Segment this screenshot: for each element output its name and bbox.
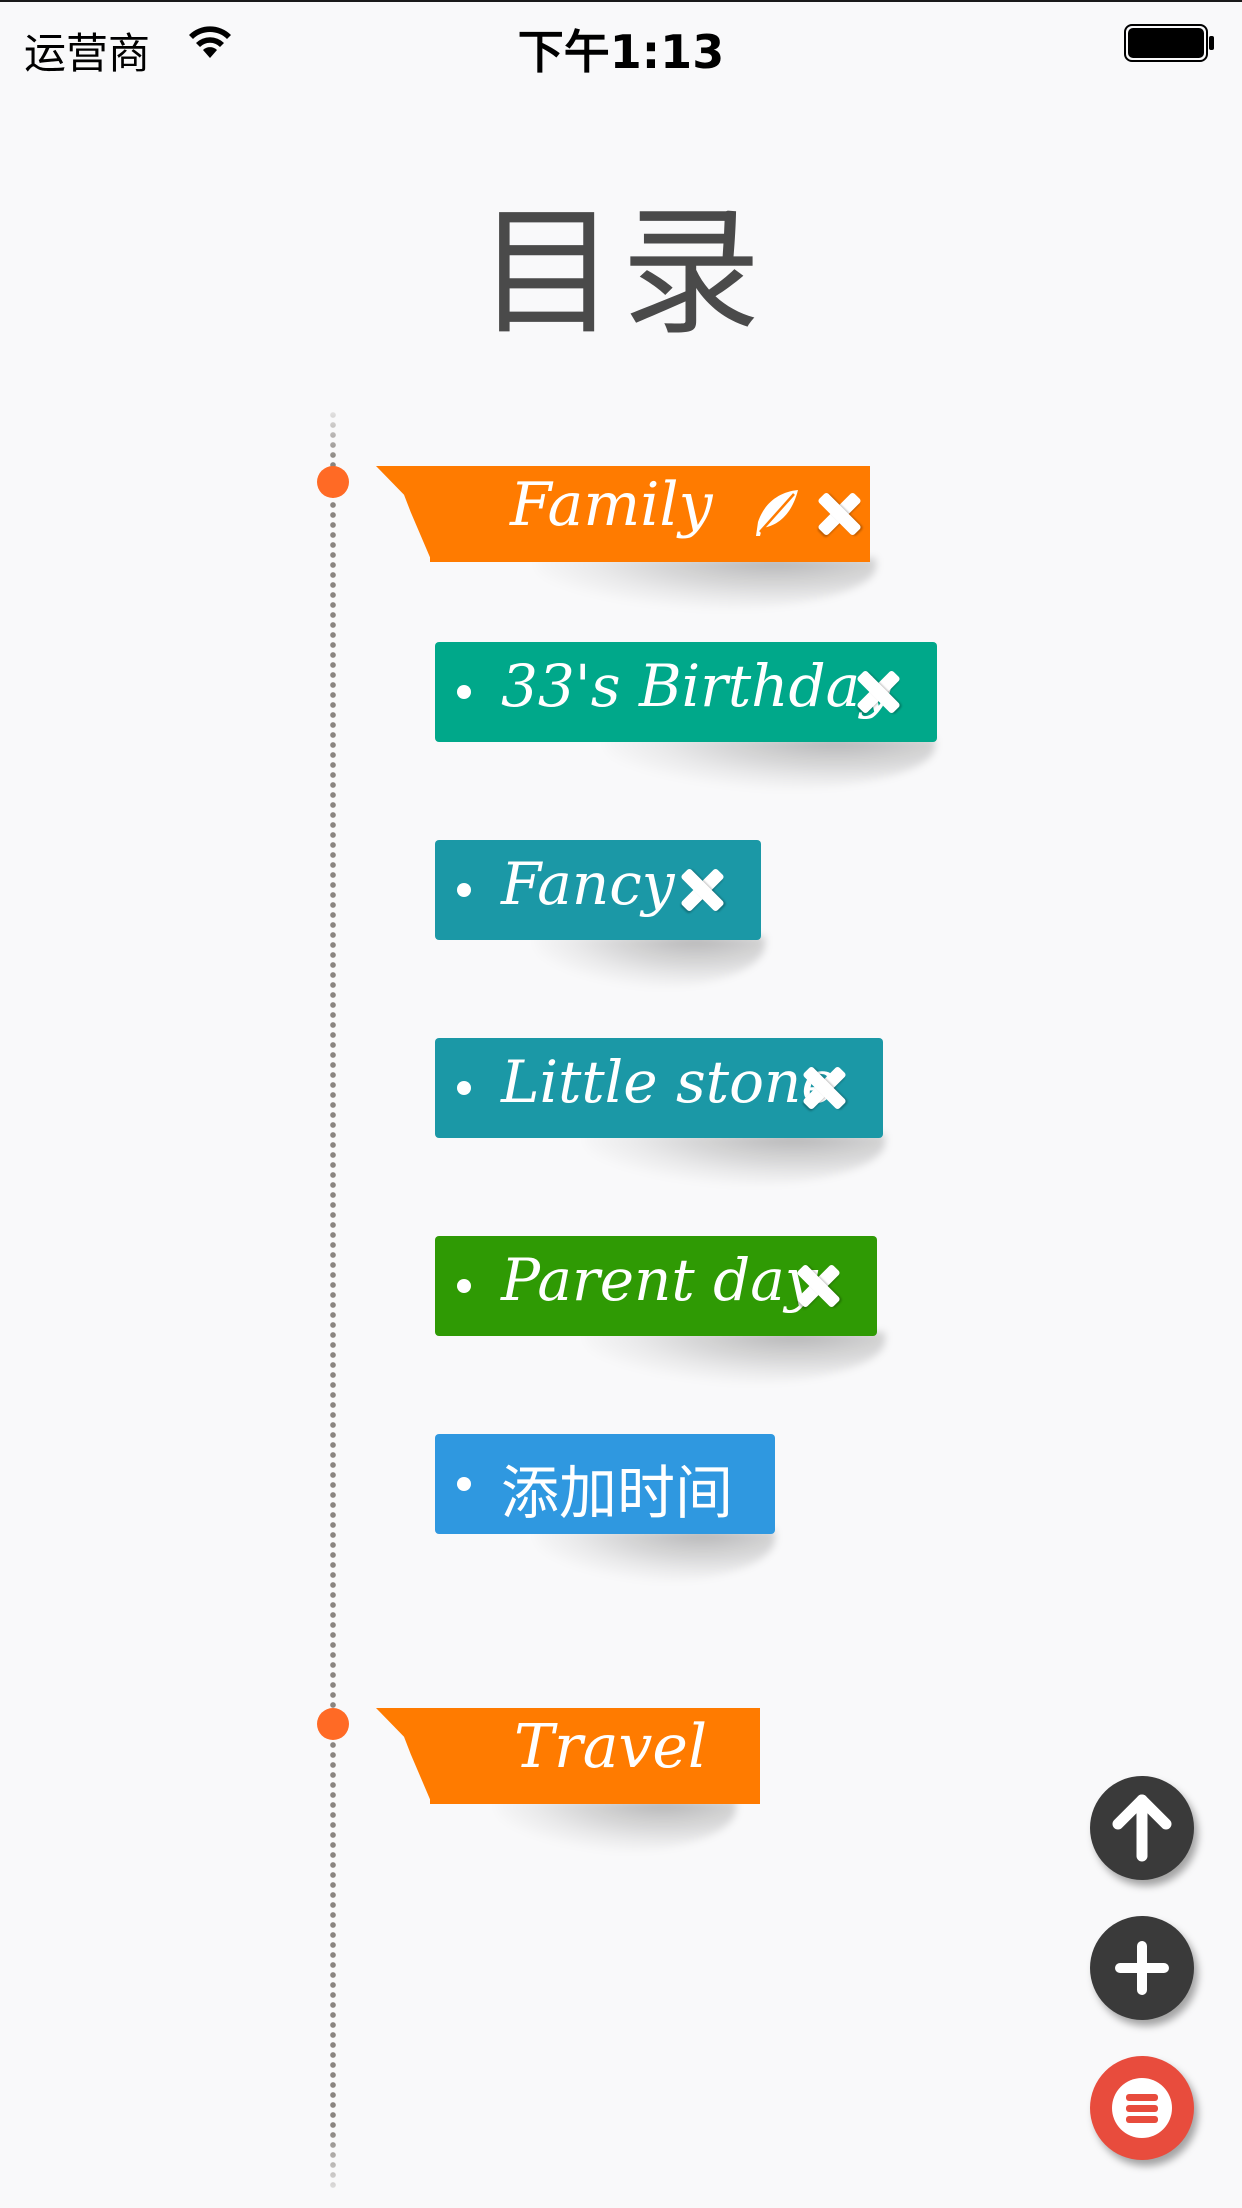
timeline-dot	[317, 1708, 349, 1740]
close-icon[interactable]	[801, 1065, 847, 1111]
add-event-button[interactable]: 添加时间	[435, 1434, 775, 1582]
category-family[interactable]: Family	[376, 466, 896, 610]
event-label: Fancy	[501, 850, 675, 918]
bullet-dot	[457, 685, 471, 699]
event-label: Parent day	[501, 1246, 818, 1314]
timeline-fade	[325, 2130, 341, 2208]
status-bar: 运营商 下午1:13	[0, 0, 1242, 84]
bullet-dot	[457, 1477, 471, 1491]
event-label: Little stone	[501, 1048, 836, 1116]
tag-shadow	[605, 738, 935, 790]
bullet-dot	[457, 883, 471, 897]
close-icon[interactable]	[795, 1263, 841, 1309]
scroll-top-button[interactable]	[1090, 1776, 1194, 1880]
menu-button[interactable]	[1090, 2056, 1194, 2160]
event-tag[interactable]: Parent day	[435, 1236, 885, 1384]
tag-shadow	[535, 1530, 775, 1582]
timeline-line	[329, 410, 337, 2190]
battery-icon	[1124, 24, 1214, 62]
close-icon[interactable]	[679, 867, 725, 913]
event-tag[interactable]: Little stone	[435, 1038, 885, 1186]
tag-shadow	[535, 936, 765, 988]
ribbon-shadow	[496, 1800, 736, 1852]
clock: 下午1:13	[517, 25, 725, 79]
category-travel[interactable]: Travel	[376, 1708, 762, 1852]
ribbon-fold	[376, 466, 432, 562]
bullet-dot	[457, 1081, 471, 1095]
plus-icon	[1115, 1941, 1169, 1995]
close-icon[interactable]	[855, 669, 901, 715]
tag-shadow	[585, 1134, 885, 1186]
arrow-up-icon	[1112, 1794, 1172, 1862]
menu-icon	[1112, 2078, 1172, 2138]
timeline-fade	[325, 400, 341, 460]
event-tag[interactable]: Fancy	[435, 840, 765, 988]
timeline-dot	[317, 466, 349, 498]
ribbon-shadow	[536, 558, 876, 610]
ribbon-fold	[376, 1708, 432, 1804]
event-label: 添加时间	[501, 1459, 734, 1527]
close-icon[interactable]	[816, 491, 862, 537]
category-label: Family	[510, 470, 713, 540]
category-label: Travel	[514, 1712, 708, 1782]
page-title: 目录	[476, 192, 765, 355]
feather-icon[interactable]	[748, 486, 804, 542]
event-tag[interactable]: 33's Birthday	[435, 642, 937, 790]
tag-shadow	[585, 1332, 885, 1384]
add-button[interactable]	[1090, 1916, 1194, 2020]
bullet-dot	[457, 1279, 471, 1293]
event-label: 33's Birthday	[501, 652, 893, 720]
